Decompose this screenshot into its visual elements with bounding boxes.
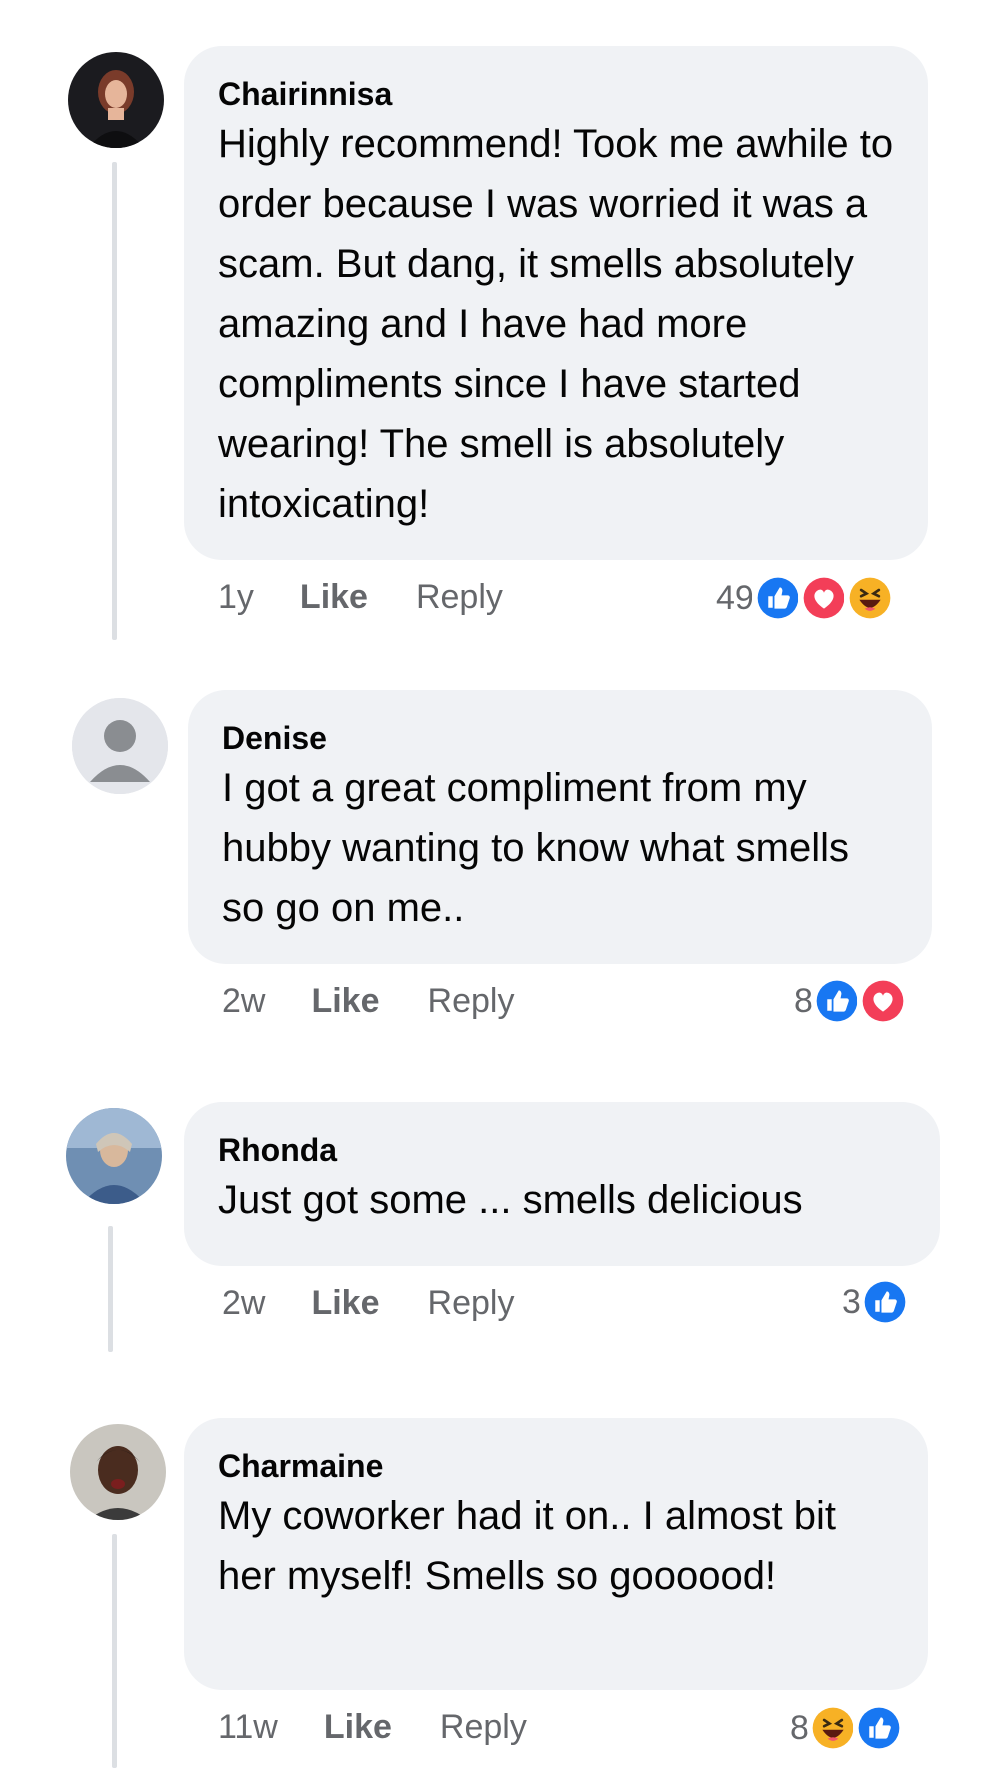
like-icon (852, 1702, 905, 1754)
thread-line (112, 162, 117, 640)
haha-icon (806, 1702, 859, 1754)
comment-actions: 1y Like Reply (218, 572, 503, 622)
reply-button[interactable]: Reply (428, 1284, 515, 1323)
haha-icon (843, 572, 896, 624)
avatar[interactable] (70, 1424, 166, 1520)
reaction-summary[interactable]: 8 (794, 973, 909, 1029)
like-button[interactable]: Like (324, 1708, 392, 1747)
comment-author[interactable]: Rhonda (218, 1130, 906, 1170)
comment-bubble: Denise I got a great compliment from my … (188, 690, 932, 964)
reaction-summary[interactable]: 8 (790, 1700, 905, 1756)
like-icon (810, 975, 863, 1027)
reaction-summary[interactable]: 49 (716, 570, 896, 626)
comment-timestamp[interactable]: 2w (222, 982, 265, 1021)
thread-line (112, 1534, 117, 1768)
comment-actions: 2w Like Reply (222, 1278, 514, 1328)
comment-actions: 11w Like Reply (218, 1702, 527, 1752)
comment-timestamp[interactable]: 1y (218, 578, 254, 617)
comment-text: I got a great compliment from my hubby w… (222, 766, 849, 930)
like-icon (858, 1276, 911, 1328)
comment-text: Highly recommend! Took me awhile to orde… (218, 122, 894, 526)
avatar[interactable] (66, 1108, 162, 1204)
reaction-count: 49 (716, 578, 754, 617)
like-button[interactable]: Like (311, 982, 379, 1021)
comment-text: Just got some ... smells delicious (218, 1178, 803, 1222)
comment-timestamp[interactable]: 2w (222, 1284, 265, 1323)
love-icon (856, 975, 909, 1027)
comment-author[interactable]: Chairinnisa (218, 74, 894, 114)
comment-bubble: Rhonda Just got some ... smells deliciou… (184, 1102, 940, 1266)
love-icon (797, 572, 850, 624)
comment-bubble: Chairinnisa Highly recommend! Took me aw… (184, 46, 928, 560)
like-icon (751, 572, 804, 624)
comment-text: My coworker had it on.. I almost bit her… (218, 1494, 837, 1598)
reply-button[interactable]: Reply (440, 1708, 527, 1747)
reaction-summary[interactable]: 3 (842, 1274, 911, 1330)
avatar[interactable] (68, 52, 164, 148)
avatar[interactable] (72, 698, 168, 794)
comment-bubble: Charmaine My coworker had it on.. I almo… (184, 1418, 928, 1690)
comment-author[interactable]: Denise (222, 718, 898, 758)
thread-line (108, 1226, 113, 1352)
comment-actions: 2w Like Reply (222, 976, 514, 1026)
like-button[interactable]: Like (300, 578, 368, 617)
like-button[interactable]: Like (311, 1284, 379, 1323)
reply-button[interactable]: Reply (428, 982, 515, 1021)
comment-author[interactable]: Charmaine (218, 1446, 894, 1486)
reply-button[interactable]: Reply (416, 578, 503, 617)
comment-timestamp[interactable]: 11w (218, 1708, 278, 1747)
